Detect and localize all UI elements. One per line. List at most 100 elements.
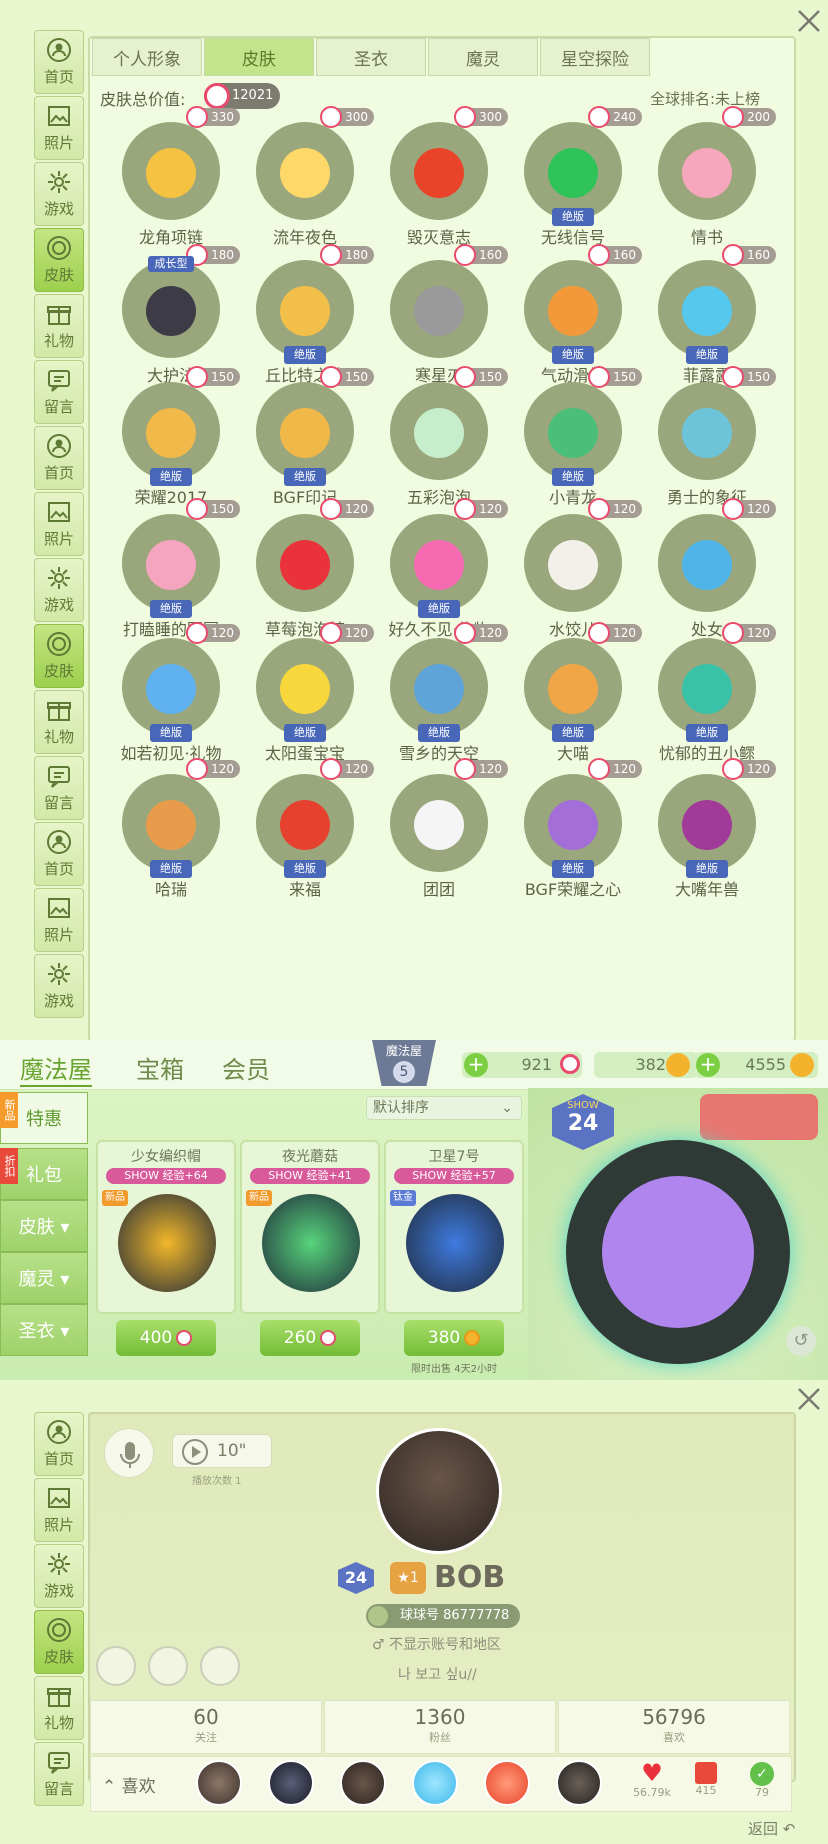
nav-photos[interactable]: 照片 [34,492,84,556]
liker-avatar[interactable] [484,1760,530,1806]
skin-price-value: 120 [479,626,502,640]
liker-avatar[interactable] [412,1760,458,1806]
candy-coin-icon [454,244,476,266]
nav-photos[interactable]: 照片 [34,96,84,160]
skin-item[interactable]: 120 绝版 忧郁的丑小鳏 [642,622,776,774]
gift-counter[interactable]: 415 [684,1760,728,1797]
nav-home[interactable]: 首页 [34,30,84,94]
side-tab-spirits[interactable]: 魔灵 ▾ [0,1252,88,1304]
side-tab-skins[interactable]: 皮肤 ▾ [0,1200,88,1252]
global-rank: 全球排名:未上榜 [650,90,761,108]
close-icon[interactable] [794,1384,824,1414]
product-card[interactable]: 卫星7号 SHOW 经验+57 钛金 [384,1140,524,1314]
tab-member[interactable]: 会员 [222,1050,270,1085]
skin-item[interactable]: 150 五彩泡泡 [374,366,508,518]
buy-button[interactable]: 380 [404,1320,504,1356]
liker-avatar[interactable] [340,1760,386,1806]
avatar[interactable] [376,1428,502,1554]
nav-messages[interactable]: 留言 [34,1742,84,1806]
product-image [118,1194,216,1292]
tab-chest[interactable]: 宝箱 [136,1050,184,1085]
nav-gifts[interactable]: 礼物 [34,294,84,358]
candy-coin-icon [204,83,230,109]
tab-magic-house[interactable]: 魔法屋 [20,1050,92,1087]
liker-avatar[interactable] [196,1760,242,1806]
nav-skins[interactable]: 皮肤 [34,1610,84,1674]
stat-likes[interactable]: 56796 喜欢 [558,1700,790,1754]
nav-games[interactable]: 游戏 [34,162,84,226]
nav-home[interactable]: 首页 [34,1412,84,1476]
skin-icon [682,408,732,458]
skin-item[interactable]: 240 绝版 无线信号 [508,106,642,258]
medal-slot-icon[interactable] [96,1646,136,1686]
skin-item[interactable]: 120 绝版 哈瑞 [106,758,240,910]
nav-games[interactable]: 游戏 [34,558,84,622]
buy-button[interactable]: 260 [260,1320,360,1356]
tab-star-explore[interactable]: 星空探险 [540,38,650,76]
nav-photos[interactable]: 照片 [34,888,84,952]
liker-avatar[interactable] [556,1760,602,1806]
skin-item[interactable]: 120 绝版 如若初见·礼物 [106,622,240,774]
tab-profile-image[interactable]: 个人形象 [92,38,202,76]
skins-icon [47,236,71,260]
nav-skins[interactable]: 皮肤 [34,228,84,292]
nav-photos[interactable]: 照片 [34,1478,84,1542]
thumb-counter[interactable]: ✓ 79 [740,1760,784,1799]
medal-slot-icon[interactable] [148,1646,188,1686]
add-candy-button[interactable]: + [464,1053,488,1077]
show-label: SHOW [268,1169,304,1182]
add-gold-button[interactable]: + [696,1053,720,1077]
product-card[interactable]: 少女编织帽 SHOW 经验+64 新品 [96,1140,236,1314]
skin-item[interactable]: 330 龙角项链 [106,106,240,258]
nav-games[interactable]: 游戏 [34,954,84,1018]
sort-dropdown[interactable]: 默认排序 ⌄ [366,1096,522,1120]
gifts-icon [47,702,71,721]
skin-price: 120 [588,758,642,780]
skin-item[interactable]: 120 绝版 来福 [240,758,374,910]
skin-item[interactable]: 120 绝版 大喵 [508,622,642,774]
skin-item[interactable]: 120 绝版 太阳蛋宝宝 [240,622,374,774]
medal-slot-icon[interactable] [200,1646,240,1686]
skin-item[interactable]: 120 绝版 大嘴年兽 [642,758,776,910]
stat-fans[interactable]: 1360 粉丝 [324,1700,556,1754]
tab-armor[interactable]: 圣衣 [316,38,426,76]
skin-item[interactable]: 150 绝版 荣耀2017 [106,366,240,518]
nav-skins[interactable]: 皮肤 [34,624,84,688]
reset-icon[interactable]: ↺ [786,1326,816,1356]
skin-price-value: 300 [479,110,502,124]
skin-item[interactable]: 120 绝版 BGF荣耀之心 [508,758,642,910]
stat-following[interactable]: 60 关注 [90,1700,322,1754]
skin-item[interactable]: 150 绝版 BGF印记 [240,366,374,518]
candy-coin-icon [186,758,208,780]
tab-skin[interactable]: 皮肤 [204,38,314,76]
nav-home[interactable]: 首页 [34,426,84,490]
liker-avatar[interactable] [268,1760,314,1806]
close-icon[interactable] [794,6,824,36]
skin-item[interactable]: 300 毁灭意志 [374,106,508,258]
back-button[interactable]: 返回 ↶ [748,1818,795,1839]
skin-item[interactable]: 120 绝版 雪乡的天空 [374,622,508,774]
skin-price: 180 [320,244,374,266]
buy-button[interactable]: 400 [116,1320,216,1356]
skin-item[interactable]: 300 流年夜色 [240,106,374,258]
likes-toggle[interactable]: ⌃ 喜欢 [102,1772,156,1797]
side-tab-armor[interactable]: 圣衣 ▾ [0,1304,88,1356]
tab-spirit[interactable]: 魔灵 [428,38,538,76]
nav-gifts[interactable]: 礼物 [34,690,84,754]
nav-messages[interactable]: 留言 [34,360,84,424]
voice-message[interactable]: 10" [172,1434,272,1468]
skin-item[interactable]: 200 情书 [642,106,776,258]
nav-messages[interactable]: 留言 [34,756,84,820]
nav-home[interactable]: 首页 [34,822,84,886]
likes-label: 喜欢 [121,1777,156,1797]
skin-item[interactable]: 150 绝版 小青龙 [508,366,642,518]
microphone-button[interactable] [104,1428,154,1478]
product-card[interactable]: 夜光蘑菇 SHOW 经验+41 新品 [240,1140,380,1314]
skin-item[interactable]: 120 团团 [374,758,508,910]
nav-games[interactable]: 游戏 [34,1544,84,1608]
like-counter[interactable]: ♥ 56.79k [630,1760,674,1799]
nav-gifts[interactable]: 礼物 [34,1676,84,1740]
skin-price: 150 [320,366,374,388]
gold-balance-value: 4555 [745,1055,786,1074]
skin-item[interactable]: 150 勇士的象征 [642,366,776,518]
